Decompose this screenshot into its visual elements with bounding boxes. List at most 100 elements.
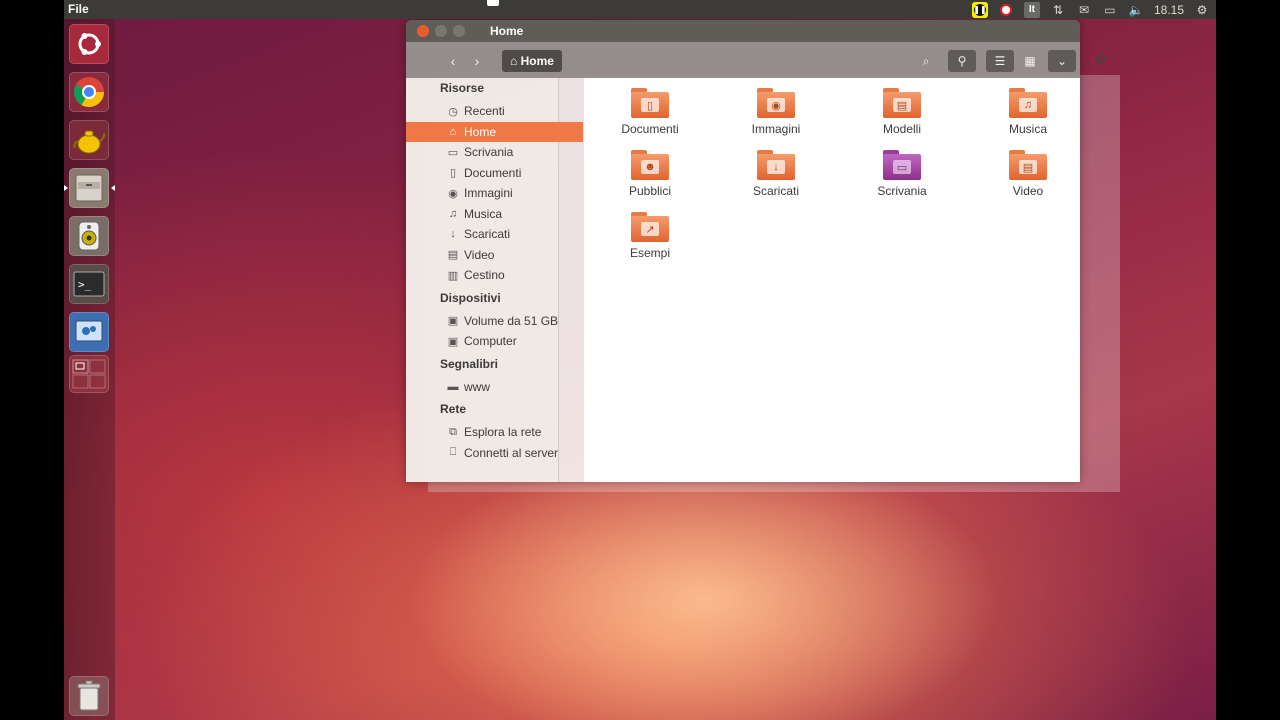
window-titlebar[interactable]: Home bbox=[406, 20, 1080, 42]
sidebar-group-title: Risorse bbox=[440, 81, 485, 95]
file-label: Video bbox=[1012, 184, 1044, 198]
file-label: Documenti bbox=[621, 122, 679, 136]
sidebar-item-scaricati[interactable]: ↓ Scaricati bbox=[428, 224, 605, 244]
app-menu-file[interactable]: File bbox=[68, 2, 89, 16]
volume-icon[interactable]: 🔈 bbox=[1128, 2, 1144, 18]
folder-musica[interactable]: ♫ Musica bbox=[988, 88, 1068, 136]
sidebar-group-title: Rete bbox=[440, 402, 467, 416]
path-bar-home-button[interactable]: ⌂ Home bbox=[502, 50, 562, 72]
file-label: Esempi bbox=[629, 246, 670, 260]
file-label: Scaricati bbox=[752, 184, 799, 198]
folder-icon: ▬ bbox=[447, 380, 459, 393]
sidebar-item-label: Immagini bbox=[464, 186, 513, 200]
stop-record-icon[interactable] bbox=[998, 2, 1014, 18]
document-icon: ▯ bbox=[641, 98, 659, 112]
folder-scrivania[interactable]: ▭ Scrivania bbox=[862, 150, 942, 198]
keyboard-layout-indicator[interactable]: It bbox=[1023, 1, 1040, 18]
sidebar-item-label: Cestino bbox=[464, 268, 505, 282]
sidebar-item-home[interactable]: ⌂ Home bbox=[406, 121, 583, 142]
folder-modelli[interactable]: ▤ Modelli bbox=[862, 88, 942, 136]
sidebar-item-scrivania[interactable]: ▭ Scrivania bbox=[428, 142, 605, 162]
ubuntu-one-icon bbox=[75, 320, 103, 342]
magnifier-icon: ⚲ bbox=[957, 54, 967, 68]
trash-icon: ▥ bbox=[447, 269, 459, 282]
path-bar-label: Home bbox=[520, 54, 554, 68]
sidebar-item-computer[interactable]: ▣ Computer bbox=[428, 331, 605, 351]
server-icon: ⎕ bbox=[449, 446, 457, 458]
sidebar-item-label: Scrivania bbox=[464, 145, 514, 159]
file-label: Immagini bbox=[751, 122, 801, 136]
view-options-button[interactable]: ⌄ bbox=[1048, 50, 1076, 72]
indicator-area: ❚❚ It ⇅ ✉ ▭ 🔈 18.15 ⚙ bbox=[971, 0, 1210, 19]
folder-immagini[interactable]: ◉ Immagini bbox=[736, 88, 816, 136]
zoom-search-button[interactable]: ⚲ bbox=[948, 50, 976, 72]
music-icon: ♫ bbox=[448, 207, 458, 220]
ubuntu-dash-button[interactable] bbox=[69, 24, 109, 64]
sidebar-item-label: Documenti bbox=[464, 165, 522, 180]
search-icon: ⌕ bbox=[922, 54, 930, 68]
folder-pubblici[interactable]: ☻ Pubblici bbox=[610, 150, 690, 198]
folder-scaricati[interactable]: ↓ Scaricati bbox=[736, 150, 816, 198]
sidebar-item-immagini[interactable]: ◉ Immagini bbox=[428, 183, 605, 203]
focused-indicator bbox=[111, 185, 115, 191]
clock[interactable]: 18.15 bbox=[1154, 3, 1184, 17]
running-indicator bbox=[64, 185, 68, 191]
pause-record-icon[interactable]: ❚❚ bbox=[971, 1, 988, 18]
sidebar-item-www[interactable]: ▬ www bbox=[428, 377, 605, 397]
search-button[interactable]: ⌕ bbox=[912, 50, 940, 72]
sidebar-item-documenti[interactable]: ▯ Documenti bbox=[428, 163, 605, 183]
folder-icon: ↗ bbox=[631, 212, 669, 242]
back-button[interactable]: ‹ bbox=[442, 51, 464, 71]
ubuntu-one-launcher-button[interactable] bbox=[69, 312, 109, 352]
trash-launcher-button[interactable] bbox=[69, 676, 109, 716]
sidebar-item-label: Connetti al server bbox=[464, 445, 559, 460]
chevron-down-icon: ⌄ bbox=[1056, 54, 1068, 68]
sidebar-item-cestino[interactable]: ▥ Cestino bbox=[428, 265, 605, 285]
download-icon: ↓ bbox=[767, 160, 785, 174]
speaker-launcher-button[interactable] bbox=[69, 216, 109, 256]
folder-esempi[interactable]: ↗ Esempi bbox=[610, 212, 690, 260]
settings-gear-icon[interactable]: ⚙ bbox=[1094, 51, 1107, 68]
camera-icon: ◉ bbox=[448, 187, 458, 200]
sidebar-item-volume-da-51-gb[interactable]: ▣ Volume da 51 GB bbox=[428, 311, 605, 331]
mail-icon[interactable]: ✉ bbox=[1076, 2, 1092, 18]
workspace-switcher-button[interactable] bbox=[69, 355, 109, 393]
home-icon: ⌂ bbox=[510, 54, 521, 68]
grid-view-button[interactable]: ▦ bbox=[1016, 50, 1044, 72]
folder-documenti[interactable]: ▯ Documenti bbox=[610, 88, 690, 136]
clock-icon: ◷ bbox=[448, 105, 458, 118]
sidebar-item-video[interactable]: ▤ Video bbox=[428, 245, 605, 265]
network-icon: ⧉ bbox=[449, 425, 457, 438]
film-icon: ▤ bbox=[447, 249, 459, 261]
template-icon: ▤ bbox=[893, 98, 911, 112]
document-icon: ▯ bbox=[449, 167, 457, 179]
sidebar-item-esplora-la-rete[interactable]: ⧉ Esplora la rete bbox=[428, 422, 605, 442]
sidebar-item-label: Home bbox=[464, 124, 497, 139]
files-launcher-button[interactable] bbox=[64, 168, 115, 208]
network-icon[interactable]: ⇅ bbox=[1050, 2, 1066, 18]
settings-gear-icon[interactable]: ⚙ bbox=[1194, 2, 1210, 18]
teapot-launcher-button[interactable] bbox=[69, 120, 109, 160]
sidebar-item-label: Musica bbox=[464, 206, 503, 221]
list-view-icon: ☰ bbox=[994, 54, 1006, 68]
close-button[interactable] bbox=[417, 25, 429, 37]
workspaces-icon bbox=[72, 359, 106, 389]
maximize-button[interactable] bbox=[453, 25, 465, 37]
sidebar-item-connetti-al-server[interactable]: ⎕ Connetti al server bbox=[428, 443, 605, 463]
file-icon-view: ▯ Documenti ◉ Immagini ▤ Modelli ♫ Musica ☻ Pubbl… bbox=[584, 78, 1080, 482]
sidebar-group-title: Segnalibri bbox=[440, 356, 499, 371]
folder-video[interactable]: ▤ Video bbox=[988, 150, 1068, 198]
desktop-icon: ▭ bbox=[893, 160, 911, 174]
sidebar-item-musica[interactable]: ♫ Musica bbox=[428, 204, 605, 224]
file-label: Scrivania bbox=[877, 184, 927, 198]
chrome-launcher-button[interactable] bbox=[69, 72, 109, 112]
file-label: Musica bbox=[1008, 122, 1047, 136]
battery-icon[interactable]: ▭ bbox=[1102, 2, 1118, 18]
list-view-button[interactable]: ☰ bbox=[986, 50, 1014, 72]
forward-button[interactable]: › bbox=[466, 51, 488, 71]
cursor-marker bbox=[487, 0, 499, 6]
terminal-launcher-button[interactable]: >_ bbox=[69, 264, 109, 304]
folder-icon: ☻ bbox=[631, 150, 669, 180]
sidebar-item-recenti[interactable]: ◷ Recenti bbox=[428, 101, 605, 121]
minimize-button[interactable] bbox=[435, 25, 447, 37]
